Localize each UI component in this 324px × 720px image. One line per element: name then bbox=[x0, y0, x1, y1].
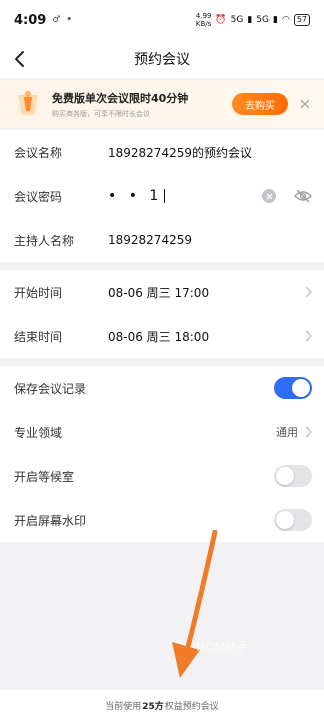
footer-prefix: 当前使用 bbox=[105, 701, 142, 712]
text-cursor bbox=[164, 189, 166, 203]
start-time-label: 开始时间 bbox=[14, 285, 63, 300]
notification-icon: ♂ bbox=[52, 15, 61, 25]
meeting-password-label: 会议密码 bbox=[14, 189, 63, 204]
toggle-password-visibility-button[interactable] bbox=[294, 189, 312, 203]
promo-banner[interactable]: 免费版单次会议限时40分钟 购买商务版，可享不限时长会议 去购买 bbox=[0, 80, 324, 128]
password-text: • • 1 bbox=[108, 188, 163, 204]
save-record-label: 保存会议记录 bbox=[14, 381, 87, 396]
host-name-label: 主持人名称 bbox=[14, 233, 75, 248]
end-time-row[interactable]: 结束时间 08-06 周三 18:00 bbox=[0, 314, 324, 358]
back-button[interactable] bbox=[10, 49, 30, 69]
signal-5g-2: 5G bbox=[256, 15, 269, 25]
waiting-room-row: 开启等候室 bbox=[0, 454, 324, 498]
toggle-knob bbox=[292, 379, 310, 397]
eye-off-icon bbox=[294, 189, 312, 203]
meeting-name-input[interactable]: 18928274259的预约会议 bbox=[108, 144, 312, 161]
field-label: 专业领域 bbox=[14, 425, 63, 440]
promo-title: 免费版单次会议限时40分钟 bbox=[52, 91, 189, 105]
promo-close-button[interactable] bbox=[298, 97, 312, 111]
battery-icon: 57 bbox=[293, 14, 310, 26]
start-time-row[interactable]: 开始时间 08-06 周三 17:00 bbox=[0, 270, 324, 314]
meeting-name-label: 会议名称 bbox=[14, 145, 63, 160]
status-time: 4:09 bbox=[14, 12, 47, 28]
screen-watermark-label: 开启屏幕水印 bbox=[14, 513, 87, 528]
settings-group: 保存会议记录 专业领域 通用 开启等候室 开启屏幕水印 bbox=[0, 366, 324, 542]
signal-bars-icon: ▮ bbox=[247, 15, 253, 25]
promo-subtitle: 购买商务版，可享不限时长会议 bbox=[52, 109, 150, 118]
signal-bars-icon-2: ▮ bbox=[273, 15, 278, 25]
nav-bar: 预约会议 bbox=[0, 40, 324, 78]
status-bar: 4:09 ♂ • 4.99 KB/s ⏰ 5G ▮ 5G ▮ ◠ 57 bbox=[0, 0, 324, 40]
screen-watermark-row: 开启屏幕水印 bbox=[0, 498, 324, 542]
save-record-row: 保存会议记录 bbox=[0, 366, 324, 410]
overlay-watermark: HDM助手 bbox=[196, 640, 249, 654]
net-speed: 4.99 KB/s bbox=[195, 12, 212, 28]
host-name-input[interactable]: 18928274259 bbox=[108, 233, 312, 247]
footer-suffix: 权益预约会议 bbox=[164, 701, 219, 712]
chevron-right-icon bbox=[305, 286, 312, 298]
end-time-label: 结束时间 bbox=[14, 329, 63, 344]
chevron-right-icon bbox=[305, 330, 312, 342]
schedule-group: 开始时间 08-06 周三 17:00 结束时间 08-06 周三 18:00 bbox=[0, 270, 324, 358]
meeting-password-row[interactable]: 会议密码 • • 1 bbox=[0, 174, 324, 218]
dot-icon: • bbox=[66, 15, 73, 25]
clear-password-button[interactable] bbox=[262, 189, 276, 203]
footer-highlight: 25方 bbox=[142, 701, 164, 712]
chevron-left-icon bbox=[15, 51, 24, 67]
waiting-room-toggle[interactable] bbox=[274, 465, 312, 487]
toggle-knob bbox=[276, 511, 294, 529]
vip-badge-icon bbox=[14, 89, 42, 119]
signal-5g-1: 5G bbox=[230, 15, 244, 25]
meeting-password-input[interactable]: • • 1 bbox=[108, 188, 262, 204]
clear-icon bbox=[266, 193, 272, 199]
waiting-room-label: 开启等候室 bbox=[14, 469, 75, 484]
annotation-arrow bbox=[172, 530, 218, 678]
footer-note: 当前使用 25方 权益预约会议 bbox=[0, 690, 324, 720]
chevron-right-icon bbox=[305, 426, 312, 438]
wifi-icon: ◠ bbox=[281, 15, 290, 25]
host-name-row[interactable]: 主持人名称 18928274259 bbox=[0, 218, 324, 262]
field-value: 通用 bbox=[276, 426, 298, 439]
alarm-icon: ⏰ bbox=[215, 15, 227, 25]
buy-button[interactable]: 去购买 bbox=[232, 93, 288, 115]
meeting-info-group: 会议名称 18928274259的预约会议 会议密码 • • 1 主持人名称 1… bbox=[0, 130, 324, 262]
page-title: 预约会议 bbox=[134, 52, 190, 68]
end-time-value: 08-06 周三 18:00 bbox=[108, 329, 210, 344]
toggle-knob bbox=[276, 467, 294, 485]
field-row[interactable]: 专业领域 通用 bbox=[0, 410, 324, 454]
screen-watermark-toggle[interactable] bbox=[274, 509, 312, 531]
start-time-value: 08-06 周三 17:00 bbox=[108, 285, 210, 300]
meeting-name-row[interactable]: 会议名称 18928274259的预约会议 bbox=[0, 130, 324, 174]
close-icon bbox=[300, 99, 310, 109]
save-record-toggle[interactable] bbox=[274, 377, 312, 399]
